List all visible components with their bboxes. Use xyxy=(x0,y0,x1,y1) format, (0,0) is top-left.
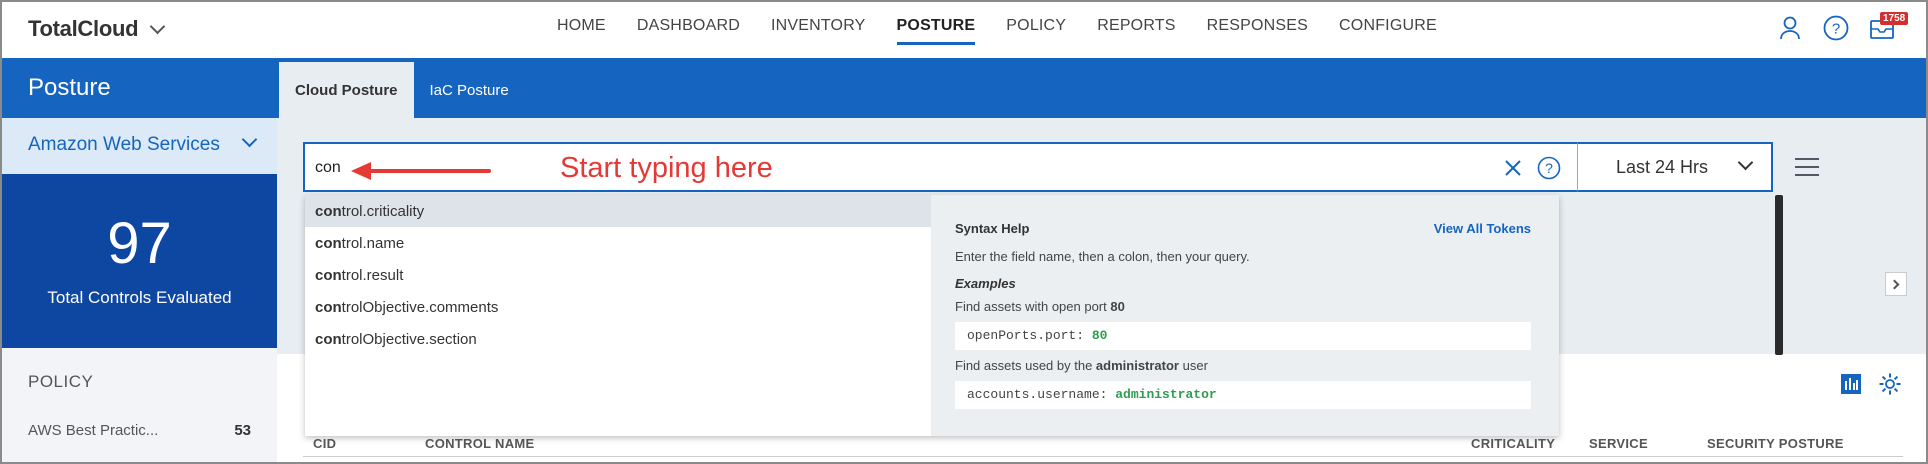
dropdown-scrollbar[interactable] xyxy=(1775,195,1783,355)
arrow-left-icon xyxy=(351,162,491,180)
nav-dashboard[interactable]: DASHBOARD xyxy=(637,2,740,58)
close-icon[interactable] xyxy=(1501,156,1525,180)
example-description: Find assets used by the administrator us… xyxy=(955,358,1208,373)
stat-label: Total Controls Evaluated xyxy=(47,288,232,307)
app-window: TotalCloud HOME DASHBOARD INVENTORY POST… xyxy=(0,0,1928,464)
nav-responses[interactable]: RESPONSES xyxy=(1207,2,1308,58)
tab-cloud-posture[interactable]: Cloud Posture xyxy=(279,62,414,118)
chevron-down-icon xyxy=(149,18,166,34)
example-code: openPorts.port: 80 xyxy=(955,322,1531,350)
sidebar-title: Posture xyxy=(2,58,277,118)
policy-section: POLICY AWS Best Practic... 53 xyxy=(2,348,277,439)
svg-text:?: ? xyxy=(1832,21,1840,38)
app-name: TotalCloud xyxy=(28,16,139,41)
user-icon[interactable] xyxy=(1776,14,1804,42)
chevron-right-icon[interactable] xyxy=(1885,272,1907,296)
suggestion-item[interactable]: control.result xyxy=(305,259,931,291)
annotation-label: Start typing here xyxy=(560,152,773,184)
total-controls-card: 97 Total Controls Evaluated xyxy=(2,174,277,348)
provider-label: Amazon Web Services xyxy=(28,134,220,155)
stat-value: 97 xyxy=(107,211,172,276)
syntax-description: Enter the field name, then a colon, then… xyxy=(955,249,1250,264)
divider xyxy=(303,456,1903,457)
table-header: CID CONTROL NAME CRITICALITY SERVICE SEC… xyxy=(303,426,1903,456)
gear-icon[interactable] xyxy=(1878,372,1902,396)
notification-icon[interactable]: 1758 xyxy=(1868,12,1909,42)
suggestion-item[interactable]: control.name xyxy=(305,227,931,259)
chevron-down-icon xyxy=(1737,154,1754,171)
search-value: con xyxy=(315,159,341,176)
tab-bar: Cloud Posture IaC Posture xyxy=(277,58,1926,118)
example-description: Find assets with open port 80 xyxy=(955,299,1125,314)
main-content: Cloud Posture IaC Posture con ? Last 24 … xyxy=(277,58,1926,462)
nav-posture[interactable]: POSTURE xyxy=(896,2,976,58)
policy-name: AWS Best Practic... xyxy=(28,422,159,439)
syntax-help-panel: Syntax Help View All Tokens Enter the fi… xyxy=(931,195,1559,436)
nav-inventory[interactable]: INVENTORY xyxy=(771,2,866,58)
suggestion-item[interactable]: controlObjective.comments xyxy=(305,291,931,323)
examples-label: Examples xyxy=(955,276,1016,291)
nav-configure[interactable]: CONFIGURE xyxy=(1339,2,1437,58)
app-switcher[interactable]: TotalCloud xyxy=(28,16,166,42)
col-cid[interactable]: CID xyxy=(313,436,336,451)
policy-heading: POLICY xyxy=(28,372,94,391)
help-icon[interactable]: ? xyxy=(1537,156,1561,180)
suggestion-list: control.criticality control.name control… xyxy=(305,195,931,436)
provider-select[interactable]: Amazon Web Services xyxy=(2,118,277,174)
nav-home[interactable]: HOME xyxy=(557,2,606,58)
nav-policy[interactable]: POLICY xyxy=(1006,2,1066,58)
autocomplete-dropdown: control.criticality control.name control… xyxy=(305,195,1559,436)
col-criticality[interactable]: CRITICALITY xyxy=(1471,436,1555,451)
col-security-posture[interactable]: SECURITY POSTURE xyxy=(1707,436,1844,451)
notification-badge: 1758 xyxy=(1880,12,1909,25)
top-nav: TotalCloud HOME DASHBOARD INVENTORY POST… xyxy=(2,2,1926,58)
main-menu: HOME DASHBOARD INVENTORY POSTURE POLICY … xyxy=(557,2,1468,58)
col-control-name[interactable]: CONTROL NAME xyxy=(425,436,535,451)
chart-icon[interactable] xyxy=(1840,373,1862,395)
policy-item[interactable]: AWS Best Practic... 53 xyxy=(28,422,251,439)
col-service[interactable]: SERVICE xyxy=(1589,436,1648,451)
suggestion-item[interactable]: control.criticality xyxy=(305,195,931,227)
tab-iac-posture[interactable]: IaC Posture xyxy=(414,62,525,118)
time-range-label: Last 24 Hrs xyxy=(1616,157,1709,177)
help-icon[interactable]: ? xyxy=(1822,14,1850,42)
menu-icon[interactable] xyxy=(1795,158,1819,176)
example-code: accounts.username: administrator xyxy=(955,381,1531,409)
nav-icons: ? 1758 xyxy=(1776,12,1909,42)
suggestion-item[interactable]: controlObjective.section xyxy=(305,323,931,355)
policy-count: 53 xyxy=(234,422,251,439)
svg-text:?: ? xyxy=(1545,160,1553,176)
nav-reports[interactable]: REPORTS xyxy=(1097,2,1175,58)
table-tools xyxy=(1840,372,1902,396)
view-all-tokens-link[interactable]: View All Tokens xyxy=(1434,221,1531,236)
time-range-select[interactable]: Last 24 Hrs xyxy=(1577,142,1773,192)
sidebar: Posture Amazon Web Services 97 Total Con… xyxy=(2,58,277,462)
chevron-down-icon xyxy=(241,131,258,148)
